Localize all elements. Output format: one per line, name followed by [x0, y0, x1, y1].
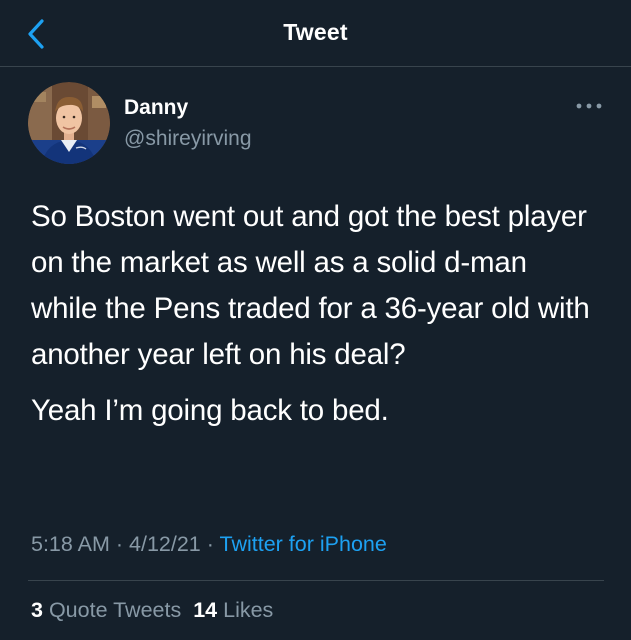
quote-tweets-count: 3	[31, 598, 43, 622]
tweet-detail-screen: Tweet Danny @shireyirving So Boston went…	[0, 0, 631, 640]
tweet-time: 5:18 AM	[31, 532, 110, 556]
tweet-source-link[interactable]: Twitter for iPhone	[220, 532, 387, 556]
likes-label: Likes	[223, 598, 274, 622]
avatar[interactable]	[28, 82, 110, 164]
meta-separator: ·	[206, 532, 214, 556]
tweet-paragraph: So Boston went out and got the best play…	[31, 200, 590, 371]
avatar-photo	[28, 82, 110, 164]
tweet-text: So Boston went out and got the best play…	[31, 194, 591, 434]
tweet-date: 4/12/21	[129, 532, 201, 556]
divider	[28, 580, 604, 581]
quote-tweets-stat[interactable]: 3 Quote Tweets	[31, 598, 187, 622]
tweet-meta: 5:18 AM · 4/12/21 · Twitter for iPhone	[31, 532, 387, 557]
top-bar: Tweet	[0, 0, 631, 67]
page-title: Tweet	[283, 19, 348, 45]
quote-tweets-label: Quote Tweets	[48, 598, 182, 622]
likes-count: 14	[193, 598, 218, 622]
more-horizontal-icon	[576, 103, 602, 109]
meta-separator: ·	[115, 532, 124, 556]
tweet-paragraph: Yeah I’m going back to bed.	[31, 394, 389, 427]
author-name[interactable]: Danny	[124, 96, 188, 120]
tweet-stats: 3 Quote Tweets 14 Likes	[31, 598, 273, 623]
author-handle[interactable]: @shireyirving	[124, 127, 252, 151]
more-options-button[interactable]	[572, 96, 606, 116]
likes-stat[interactable]: 14 Likes	[193, 598, 273, 622]
